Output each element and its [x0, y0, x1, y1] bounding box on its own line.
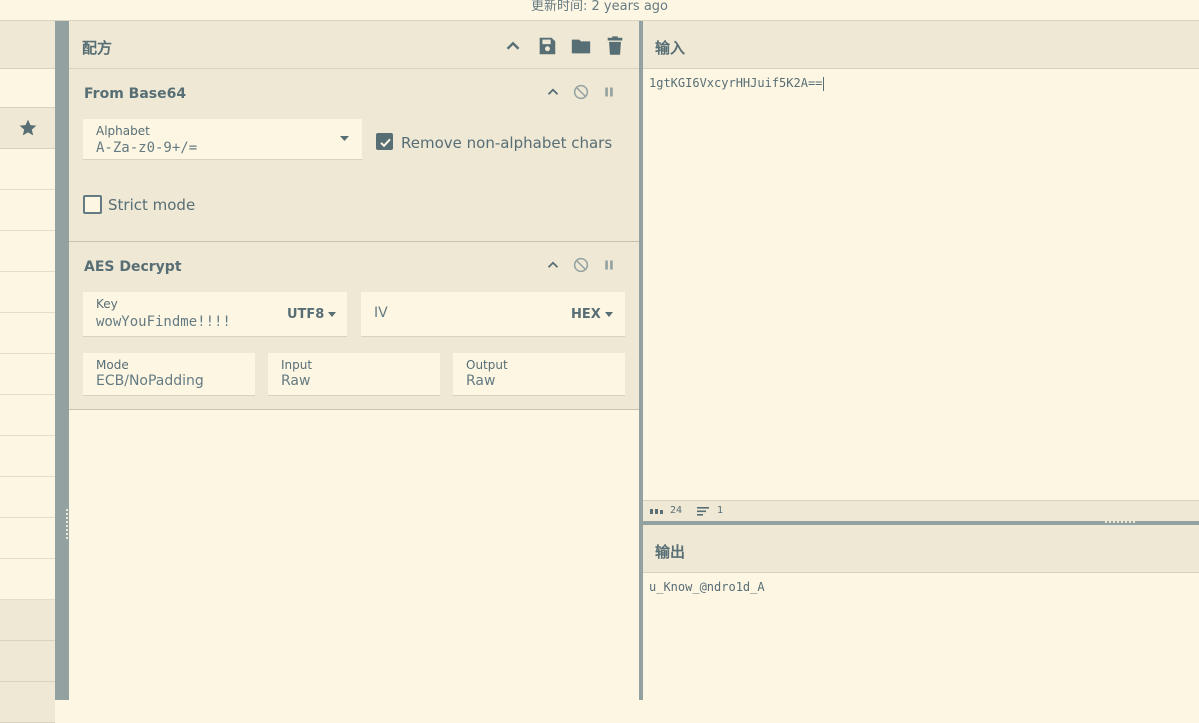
recipe-title: 配方	[82, 39, 113, 57]
key-value: wowYouFindme!!!!	[96, 314, 231, 330]
output-format-value: Raw	[466, 373, 496, 389]
last-updated-text: 更新时间: 2 years ago	[531, 0, 668, 14]
star-icon	[19, 119, 37, 136]
input-panel: 输入 1gtKGI6VxcyrHHJuif5K2A== 24 1	[643, 21, 1199, 522]
column-resizer[interactable]	[55, 21, 69, 700]
output-header: 输出	[643, 525, 1199, 573]
operation-from-base64: From Base64 Alphabet A-Za-z0-9+/= Remove…	[69, 69, 639, 242]
caret-down-icon	[340, 136, 349, 141]
operation-item[interactable]	[0, 190, 55, 231]
input-line-count: 1	[717, 505, 724, 516]
operation-item[interactable]	[0, 395, 55, 436]
operation-title: AES Decrypt	[84, 259, 182, 275]
input-status-bar: 24 1	[643, 500, 1199, 522]
operation-aes-decrypt: AES Decrypt Key wowYouFindme!!!! UTF8 IV…	[69, 242, 639, 410]
category-item[interactable]	[0, 600, 55, 641]
input-format-select[interactable]: Input Raw	[268, 353, 440, 396]
collapse-icon[interactable]	[544, 256, 562, 274]
operation-item[interactable]	[0, 354, 55, 395]
input-char-count: 24	[670, 505, 683, 516]
output-panel: 输出 u_Know_@ndro1d_A	[643, 525, 1199, 700]
operation-item[interactable]	[0, 436, 55, 477]
alphabet-value: A-Za-z0-9+/=	[96, 140, 198, 156]
abc-icon	[650, 509, 663, 514]
operation-item[interactable]	[0, 231, 55, 272]
breakpoint-icon[interactable]	[600, 83, 618, 101]
mode-label: Mode	[96, 358, 129, 372]
lines-icon	[697, 507, 709, 516]
remove-nonalphabet-label: Remove non-alphabet chars	[401, 134, 613, 152]
mode-select[interactable]: Mode ECB/NoPadding	[83, 353, 255, 396]
save-icon[interactable]	[536, 35, 558, 57]
category-item[interactable]	[0, 682, 55, 723]
alphabet-label: Alphabet	[96, 124, 150, 138]
iv-input[interactable]: IV HEX	[361, 292, 625, 337]
output-title: 输出	[655, 543, 686, 561]
key-encoding-dropdown[interactable]: UTF8	[287, 307, 336, 322]
trash-icon[interactable]	[604, 35, 626, 57]
strict-mode-label: Strict mode	[108, 196, 196, 214]
operations-search[interactable]	[0, 69, 55, 108]
favourites-category[interactable]	[0, 108, 55, 149]
remove-nonalphabet-checkbox[interactable]	[376, 133, 393, 150]
collapse-icon[interactable]	[544, 83, 562, 101]
recipe-panel: 配方 From Base64 Alphabet A-Za-z0-9+/= Rem…	[69, 21, 639, 700]
operation-item[interactable]	[0, 477, 55, 518]
operation-item[interactable]	[0, 272, 55, 313]
operations-panel	[0, 21, 55, 723]
operation-item[interactable]	[0, 559, 55, 600]
input-textarea[interactable]: 1gtKGI6VxcyrHHJuif5K2A==	[649, 76, 824, 91]
operation-title: From Base64	[84, 86, 187, 102]
disable-icon[interactable]	[572, 256, 590, 274]
input-format-value: Raw	[281, 373, 311, 389]
top-bar: 更新时间: 2 years ago	[0, 0, 1199, 21]
category-item[interactable]	[0, 641, 55, 682]
input-title: 输入	[655, 39, 686, 57]
output-format-label: Output	[466, 358, 508, 372]
recipe-header: 配方	[69, 21, 639, 69]
disable-icon[interactable]	[572, 83, 590, 101]
folder-icon[interactable]	[570, 35, 592, 57]
collapse-all-icon[interactable]	[502, 35, 524, 57]
output-text[interactable]: u_Know_@ndro1d_A	[649, 580, 765, 594]
output-format-select[interactable]: Output Raw	[453, 353, 625, 396]
mode-value: ECB/NoPadding	[96, 373, 204, 389]
strict-mode-checkbox[interactable]	[83, 195, 102, 214]
operations-header	[0, 21, 55, 69]
breakpoint-icon[interactable]	[600, 256, 618, 274]
key-input[interactable]: Key wowYouFindme!!!! UTF8	[83, 292, 347, 337]
operation-item[interactable]	[0, 518, 55, 559]
operation-item[interactable]	[0, 149, 55, 190]
input-header: 输入	[643, 21, 1199, 69]
operation-item[interactable]	[0, 313, 55, 354]
input-format-label: Input	[281, 358, 313, 372]
check-icon	[380, 138, 391, 148]
key-label: Key	[96, 297, 118, 311]
iv-placeholder: IV	[374, 305, 388, 321]
iv-encoding-dropdown[interactable]: HEX	[571, 307, 613, 322]
alphabet-select[interactable]: Alphabet A-Za-z0-9+/=	[83, 119, 362, 160]
